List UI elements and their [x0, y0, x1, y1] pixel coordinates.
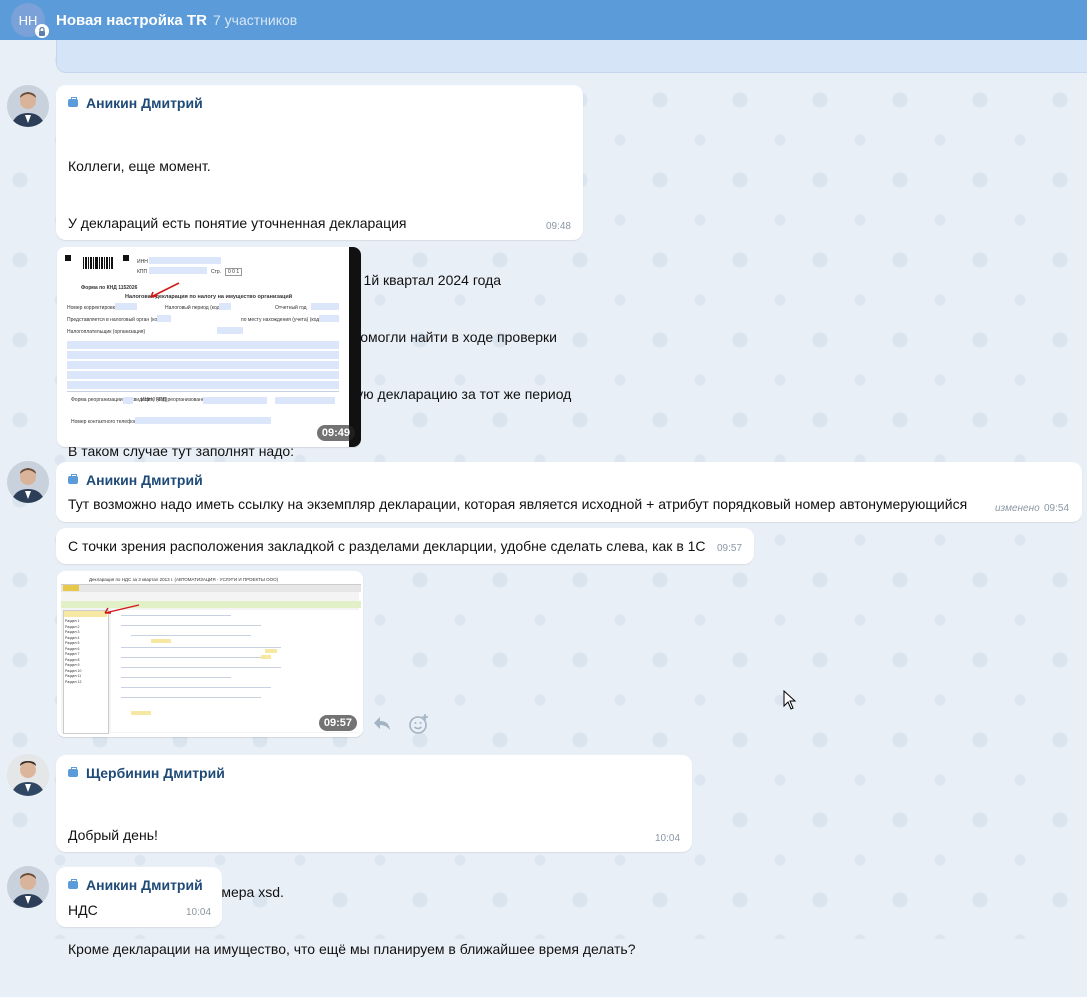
avatar[interactable]	[7, 85, 49, 127]
message-author[interactable]: Щербинин Дмитрий	[68, 765, 225, 781]
briefcase-icon	[68, 879, 78, 889]
briefcase-icon	[68, 97, 78, 107]
reply-icon[interactable]	[372, 714, 392, 735]
image-attachment[interactable]: ИНН КПП Стр. 0 0 1 Форма по КНД 1152026 …	[57, 247, 361, 447]
chat-title[interactable]: Новая настройка TR	[56, 12, 207, 29]
message-text: Тут возможно надо иметь ссылку на экземп…	[68, 496, 968, 512]
chat-header[interactable]: НН Новая настройка TR 7 участников	[0, 0, 1087, 40]
avatar[interactable]	[7, 866, 49, 908]
briefcase-icon	[68, 767, 78, 777]
message-author[interactable]: Аникин Дмитрий	[68, 877, 203, 893]
lock-icon	[35, 24, 49, 38]
mouse-cursor-icon	[783, 689, 797, 713]
participants-count[interactable]: 7 участников	[213, 12, 297, 28]
message-time: 10:04	[655, 833, 681, 844]
message-author[interactable]: Аникин Дмитрий	[68, 95, 203, 111]
message-bubble[interactable]: Аникин Дмитрий НДС 10:04	[56, 867, 222, 927]
message-text: НДС	[68, 902, 98, 918]
previous-message-bubble	[56, 40, 1087, 73]
message-bubble[interactable]: С точки зрения расположения закладкой с …	[56, 528, 754, 564]
image-time: 09:49	[316, 425, 355, 441]
emoji-reaction-icon[interactable]	[408, 713, 430, 738]
message-text: С точки зрения расположения закладкой с …	[68, 538, 706, 554]
message-author[interactable]: Аникин Дмитрий	[68, 472, 203, 488]
message-time: 10:04	[186, 907, 212, 918]
1c-screenshot-image: Декларация по НДС за 3 квартал 2013 г. (…	[61, 575, 361, 734]
message-time: 09:57	[717, 543, 743, 554]
message-bubble[interactable]: Щербинин Дмитрий Добрый день! Ясырев про…	[56, 755, 692, 957]
image-time: 09:57	[318, 715, 357, 731]
message-time: 09:48	[545, 221, 571, 232]
message-time: 09:54	[1044, 503, 1070, 514]
message-bubble[interactable]: Аникин Дмитрий Коллеги, еще момент. У де…	[56, 85, 583, 459]
declaration-form-image: ИНН КПП Стр. 0 0 1 Форма по КНД 1152026 …	[61, 251, 345, 443]
edited-label: изменено	[995, 503, 1040, 514]
briefcase-icon	[68, 474, 78, 484]
image-attachment[interactable]: Декларация по НДС за 3 квартал 2013 г. (…	[57, 571, 363, 737]
avatar[interactable]	[7, 754, 49, 796]
message-bubble[interactable]: Аникин Дмитрий Тут возможно надо иметь с…	[56, 462, 1082, 522]
avatar[interactable]	[7, 461, 49, 503]
